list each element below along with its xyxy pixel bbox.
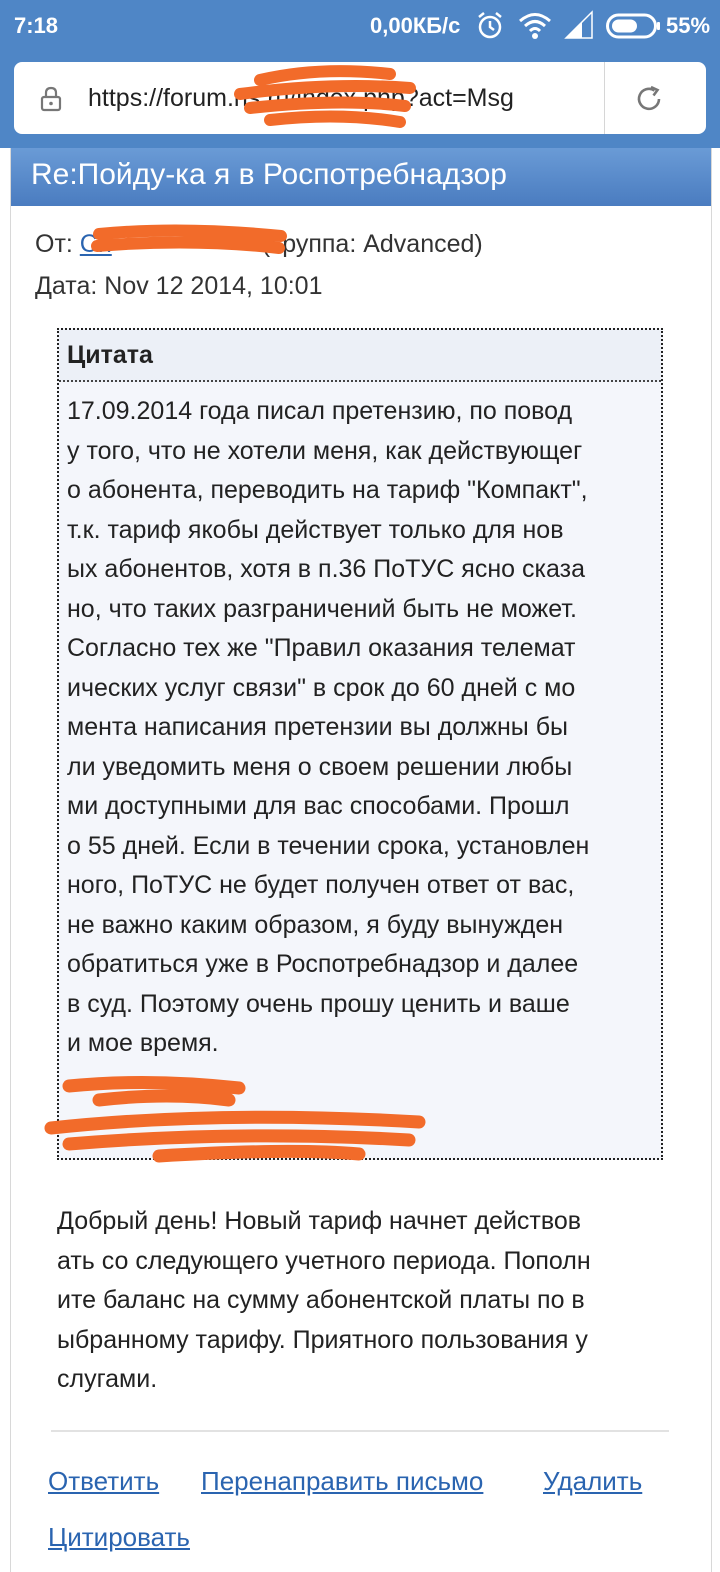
quote-line: о 55 дней. Если в течении срока, установ… [67, 831, 590, 860]
quote-line: ми доступными для вас способами. Прошл [67, 792, 570, 820]
delete-link[interactable]: Удалить [543, 1466, 642, 1497]
lock-icon [40, 86, 62, 112]
url-divider [604, 62, 605, 134]
quote-line: ых абонентов, хотя в п.36 ПоТУС ясно ска… [67, 555, 585, 583]
status-network-speed: 0,00КБ/с [370, 13, 461, 38]
reply-line: ыбранному тарифу. Приятного пользования … [57, 1325, 588, 1354]
reply-line: Добрый день! Новый тариф начнет действов [57, 1207, 582, 1235]
reply-line: ите баланс на сумму абонентской платы по… [57, 1286, 585, 1314]
quote-line: ических услуг связи" в срок до 60 дней с… [67, 673, 576, 702]
reply-text: Добрый день! Новый тариф начнет действов… [57, 1202, 677, 1400]
reply-link[interactable]: Ответить [48, 1466, 159, 1497]
quote-line: 17.09.2014 года писал претензию, по пово… [67, 397, 573, 425]
quote-line: ного, ПоТУС не будет получен ответ от ва… [67, 871, 575, 899]
status-time: 7:18 [14, 13, 59, 38]
reply-line: ать со следующего учетного периода. Попо… [57, 1246, 591, 1275]
wifi-icon [519, 13, 551, 39]
date-line: Дата: Nov 12 2014, 10:01 [35, 272, 323, 301]
status-bar: 7:18 0,00КБ/с 55% [0, 0, 720, 52]
screen: 7:18 0,00КБ/с 55% https://forum.ns ru/in… [0, 0, 720, 1572]
quote-line: Согласно тех же "Правил оказания телемат [67, 634, 576, 662]
date-label: Дата: [35, 272, 98, 300]
message-title: Re:Пойду-ка я в Роспотребнадзор [31, 158, 507, 191]
battery-percentage: 55% [666, 13, 711, 38]
quote-line: у того, что не хотели меня, как действую… [67, 436, 583, 465]
message-title-bar: Re:Пойду-ка я в Роспотребнадзор [11, 148, 711, 206]
quote-line: обратиться уже в Роспотребнадзор и далее [67, 950, 579, 978]
reply-line: слугами. [57, 1365, 158, 1393]
browser-toolbar: https://forum.ns ru/index.php?act=Msg [0, 52, 720, 148]
from-line: От: Ch (Группа: Advanced) [35, 230, 483, 259]
signal-icon [564, 10, 593, 39]
battery-icon [606, 13, 660, 39]
signature-redaction [44, 1075, 426, 1163]
quote-link[interactable]: Цитировать [48, 1522, 190, 1553]
quote-title: Цитата [67, 341, 153, 369]
reload-icon[interactable] [634, 84, 664, 114]
quote-line: не важно каким образом, я буду вынужден [67, 910, 564, 939]
quote-line: и мое время. [67, 1029, 219, 1057]
from-user-link[interactable]: Ch [80, 230, 112, 258]
quote-line: но, что таких разграничений быть не може… [67, 594, 577, 623]
quote-block: Цитата 17.09.2014 года писал претензию, … [44, 328, 663, 1163]
quote-line: о абонента, переводить на тариф "Компакт… [67, 476, 588, 504]
date-value: Nov 12 2014, 10:01 [104, 272, 323, 300]
from-label: От: [35, 230, 73, 258]
message-page: Re:Пойду-ка я в Роспотребнадзор От: Ch (Г… [10, 148, 712, 1572]
forward-link[interactable]: Перенаправить письмо [201, 1466, 483, 1497]
quote-line: в суд. Поэтому очень прошу ценить и ваше [67, 989, 570, 1018]
quote-line: т.к. тариф якобы действует только для но… [67, 515, 564, 544]
alarm-icon [478, 12, 502, 39]
actions-separator [51, 1430, 669, 1432]
quote-line: мента написания претензии вы должны бы [67, 713, 568, 741]
url-text[interactable]: https://forum.ns ru/index.php?act=Msg [88, 84, 588, 113]
from-group: (Группа: Advanced) [261, 230, 483, 258]
quote-header: Цитата [59, 330, 661, 382]
quote-line: ли уведомить меня о своем решении любы [67, 752, 573, 781]
address-bar[interactable]: https://forum.ns ru/index.php?act=Msg [14, 62, 706, 134]
quote-body: 17.09.2014 года писал претензию, по пово… [67, 392, 655, 1064]
